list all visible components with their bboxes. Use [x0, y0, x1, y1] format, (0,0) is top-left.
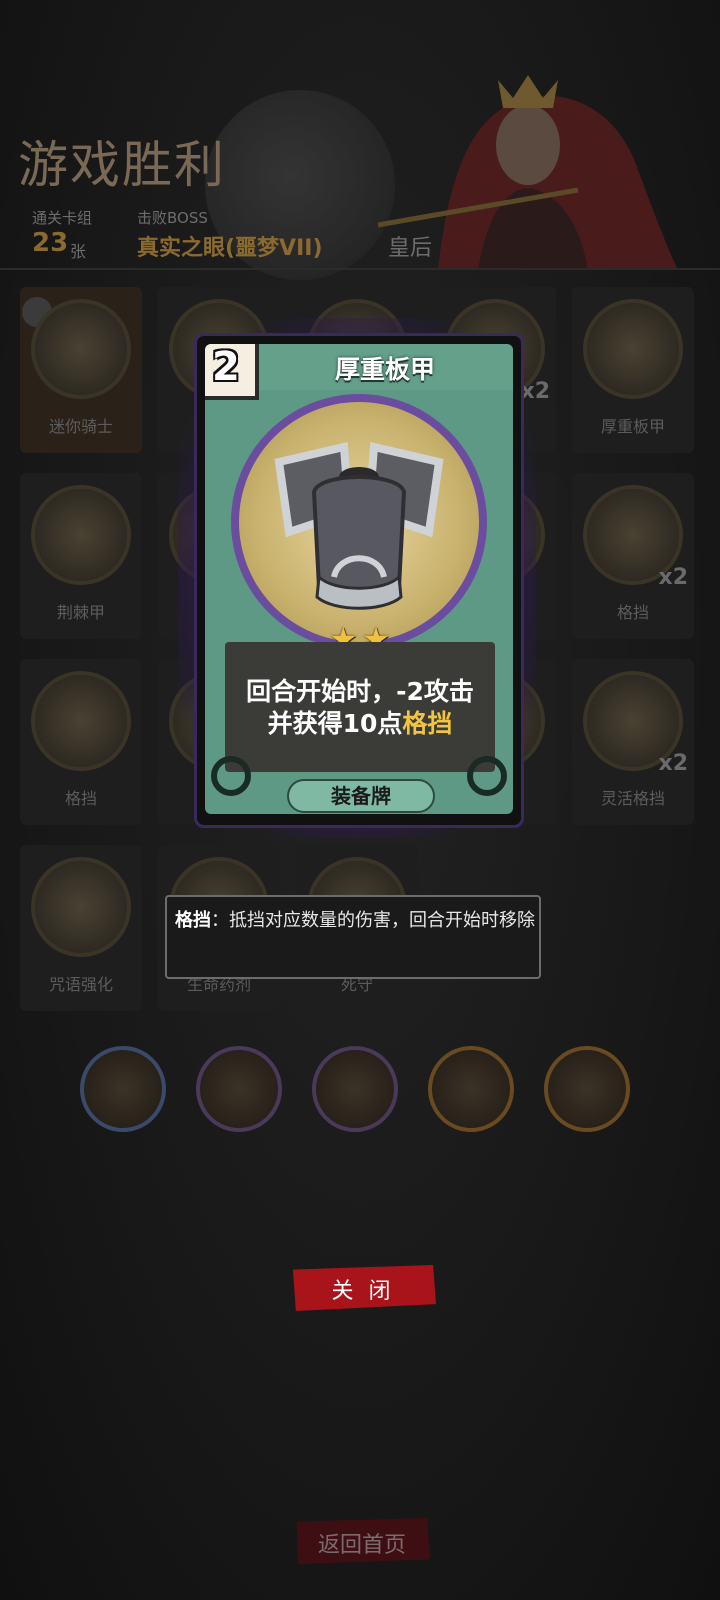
card-count: x2 [658, 751, 689, 776]
close-button-label: 关 闭 [331, 1279, 395, 1304]
card-tile[interactable]: 迷你骑士 [20, 287, 142, 453]
card-icon [31, 299, 131, 399]
description-text: 并获得10点 [267, 709, 403, 738]
card-name: 格挡 [64, 789, 97, 808]
card-name: 灵活格挡 [600, 789, 665, 808]
card-icon [583, 299, 683, 399]
card-tile[interactable]: 格挡 [20, 659, 142, 825]
card-face: 厚重板甲 2 ★★ 回合开始时，-2攻击 并获得10点格挡 装备牌 [205, 344, 513, 814]
card-tile[interactable]: 厚重板甲 [572, 287, 694, 453]
close-button[interactable]: 关 闭 [292, 1265, 436, 1311]
relic-icon[interactable] [544, 1046, 630, 1132]
relic-icon[interactable] [80, 1046, 166, 1132]
card-tile[interactable]: 格挡 x2 [572, 473, 694, 639]
card-icon [31, 671, 131, 771]
plate-armor-icon [274, 442, 444, 610]
description-line: 回合开始时，-2攻击 [246, 677, 474, 706]
tooltip-keyword: 格挡 [175, 910, 211, 931]
card-cost: 2 [205, 344, 259, 400]
card-name: 荆棘甲 [56, 603, 105, 622]
boss-name: 真实之眼(噩梦VII) [137, 236, 323, 261]
boss-title: 皇后 [388, 236, 433, 261]
card-tile[interactable]: 灵活格挡 x2 [572, 659, 694, 825]
tooltip-text: 格挡：抵挡对应数量的伤害，回合开始时移除 [175, 909, 535, 932]
relic-icon[interactable] [312, 1046, 398, 1132]
card-tile[interactable]: 荆棘甲 [20, 473, 142, 639]
keyword-tooltip: 格挡：抵挡对应数量的伤害，回合开始时移除 [165, 895, 541, 979]
return-home-label: 返回首页 [317, 1533, 406, 1558]
return-home-button[interactable]: 返回首页 [296, 1518, 430, 1564]
victory-screen: 游戏胜利 通关卡组 23 张 击败BOSS 真实之眼(噩梦VII) 皇后 迷你骑… [0, 0, 720, 1600]
card-icon [31, 857, 131, 957]
keyword-block[interactable]: 格挡 [402, 709, 452, 738]
deck-label: 通关卡组 [32, 209, 93, 227]
card-icon [31, 485, 131, 585]
relic-icon[interactable] [428, 1046, 514, 1132]
card-name: 咒语强化 [48, 975, 113, 994]
deck-unit: 张 [70, 242, 87, 261]
card-name: 厚重板甲 [600, 417, 665, 436]
card-name: 格挡 [616, 603, 649, 622]
card-title: 厚重板甲 [334, 355, 435, 384]
card-description: 回合开始时，-2攻击 并获得10点格挡 [225, 676, 495, 740]
cost-value: 2 [212, 344, 240, 390]
card-name: 迷你骑士 [48, 417, 113, 436]
card-detail-popup[interactable]: 厚重板甲 2 ★★ 回合开始时，-2攻击 并获得10点格挡 装备牌 [194, 333, 524, 828]
deck-count: 23 [32, 228, 69, 258]
card-tile[interactable]: 咒语强化 [20, 845, 142, 1011]
card-type-label: 装备牌 [287, 779, 435, 813]
victory-title: 游戏胜利 [18, 136, 226, 194]
header-divider [0, 268, 720, 270]
card-description-box: 回合开始时，-2攻击 并获得10点格挡 [225, 642, 495, 772]
relic-icon[interactable] [196, 1046, 282, 1132]
description-line: 并获得10点格挡 [225, 708, 495, 740]
card-art [239, 402, 479, 642]
swirl-ornament [467, 756, 507, 796]
tooltip-description: ：抵挡对应数量的伤害，回合开始时移除 [211, 910, 535, 931]
boss-label: 击败BOSS [137, 209, 208, 227]
card-count: x2 [658, 565, 689, 590]
swirl-ornament [211, 756, 251, 796]
